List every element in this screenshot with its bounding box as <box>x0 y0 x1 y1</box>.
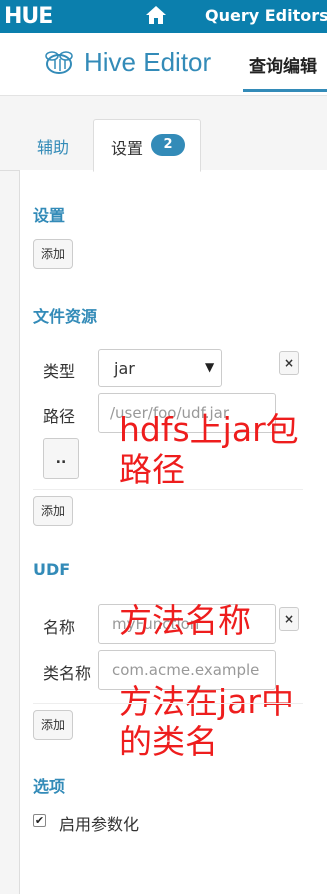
tab-settings[interactable]: 设置 2 <box>93 119 201 172</box>
active-tab-indicator <box>243 89 327 92</box>
tab-query-editor[interactable]: 查询编辑 <box>249 52 317 77</box>
query-editors-menu[interactable]: Query Editors <box>205 6 327 25</box>
udf-name-annotation: 方法名称 <box>119 601 251 640</box>
browse-path-button[interactable]: .. <box>43 438 79 479</box>
udf-section-title: UDF <box>33 560 71 579</box>
divider <box>33 703 303 704</box>
udf-class-label: 类名称 <box>43 664 92 683</box>
settings-panel <box>19 170 327 894</box>
caret-down-icon: ▼ <box>205 360 215 374</box>
divider <box>33 489 303 490</box>
add-file-resource-button[interactable]: 添加 <box>33 496 73 526</box>
tab-settings-label: 设置 <box>111 139 144 158</box>
parameterization-label: 启用参数化 <box>59 815 140 834</box>
file-resources-section-title: 文件资源 <box>33 307 98 326</box>
home-icon[interactable] <box>144 4 168 26</box>
tab-assist[interactable]: 辅助 <box>37 134 69 158</box>
udf-class-placeholder: com.acme.example <box>112 661 260 679</box>
settings-count-badge: 2 <box>151 134 185 156</box>
udf-class-annotation: 方法在jar中 的类名 <box>119 682 294 761</box>
resource-type-select[interactable]: jar ▼ <box>98 349 222 387</box>
settings-section-title: 设置 <box>33 206 66 225</box>
page-title: Hive Editor <box>84 47 212 77</box>
top-navbar: HUE Query Editors <box>0 0 327 33</box>
hue-logo[interactable]: HUE <box>4 4 53 29</box>
add-setting-button[interactable]: 添加 <box>33 239 73 269</box>
parameterization-checkbox[interactable]: ✔ <box>33 814 46 827</box>
resource-type-label: 类型 <box>43 362 76 381</box>
add-udf-button[interactable]: 添加 <box>33 710 73 740</box>
resource-path-label: 路径 <box>43 407 76 426</box>
remove-udf-button[interactable]: × <box>279 607 299 631</box>
path-annotation: hdfs上jar包 路径 <box>119 410 299 489</box>
options-section-title: 选项 <box>33 777 66 796</box>
udf-name-label: 名称 <box>43 618 76 637</box>
resource-type-value: jar <box>114 359 135 378</box>
remove-resource-button[interactable]: × <box>279 351 299 375</box>
hive-bee-icon <box>45 51 73 74</box>
